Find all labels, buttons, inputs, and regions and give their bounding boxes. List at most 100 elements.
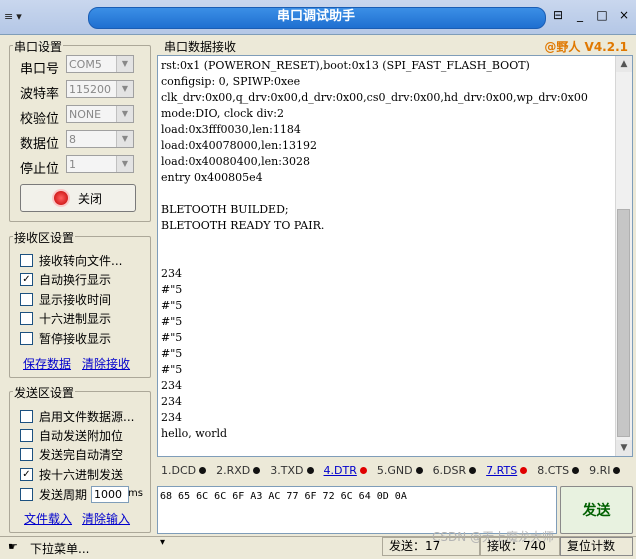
receive-scrollbar[interactable]: ▲ ▼ xyxy=(615,56,632,456)
auto-wrap-checkbox[interactable]: ✓ 自动换行显示 xyxy=(20,271,111,288)
send-period-input[interactable]: 1000 xyxy=(91,486,129,503)
recv-to-file-checkbox[interactable]: 接收转向文件... xyxy=(20,252,122,269)
chevron-down-icon: ▼ xyxy=(116,156,133,172)
pause-display-label: 暂停接收显示 xyxy=(39,332,112,346)
dropdown-icon[interactable]: ☛ xyxy=(8,540,18,553)
save-data-link[interactable]: 保存数据 xyxy=(23,355,71,372)
minimize-button[interactable]: _ xyxy=(574,8,586,22)
clear-input-link[interactable]: 清除输入 xyxy=(82,510,130,527)
signal-rxd-label: 2.RXD xyxy=(216,463,251,477)
title-bar: ≡ ▾ 串口调试助手 ⊟ _ □ × xyxy=(0,0,636,35)
parity-select[interactable]: NONE ▼ xyxy=(66,105,134,123)
receive-line: #"5 xyxy=(161,347,183,360)
receive-line: 234 xyxy=(161,395,182,408)
receive-settings-title: 接收区设置 xyxy=(13,229,76,246)
checkbox-box xyxy=(20,488,33,501)
hex-display-checkbox[interactable]: 十六进制显示 xyxy=(20,310,111,327)
checkbox-box xyxy=(20,410,33,423)
scroll-up-icon[interactable]: ▲ xyxy=(616,56,632,72)
baud-value: 115200 xyxy=(69,83,111,96)
status-dot-icon xyxy=(520,466,528,474)
serial-settings-title: 串口设置 xyxy=(13,38,64,55)
receive-line xyxy=(161,250,588,266)
send-period-unit: ms xyxy=(128,488,143,499)
parity-value: NONE xyxy=(69,108,102,121)
status-dot-icon xyxy=(415,466,423,474)
close-button[interactable]: × xyxy=(618,8,630,22)
receive-line: BLETOOTH BUILDED; xyxy=(161,203,289,216)
window-title: 串口调试助手 xyxy=(276,9,355,24)
signal-ri-label: 9.RI xyxy=(589,463,611,477)
databits-value: 8 xyxy=(69,133,76,146)
menu-icon: ≡ xyxy=(4,9,14,23)
receive-lines: rst:0x1 (POWERON_RESET),boot:0x13 (SPI_F… xyxy=(161,58,588,442)
receive-line: #"5 xyxy=(161,331,183,344)
send-button-label: 发送 xyxy=(582,503,611,519)
signal-cts-label: 8.CTS xyxy=(537,463,570,477)
open-close-port-button[interactable]: 关闭 xyxy=(20,184,136,212)
chevron-down-icon: ▼ xyxy=(116,131,133,147)
auto-clear-checkbox[interactable]: 发送完自动清空 xyxy=(20,446,123,463)
checkbox-box xyxy=(20,448,33,461)
load-file-link[interactable]: 文件载入 xyxy=(24,510,72,527)
stopbits-label: 停止位 xyxy=(20,162,60,177)
show-recv-time-label: 显示接收时间 xyxy=(39,293,112,307)
checkbox-box xyxy=(20,429,33,442)
hex-send-checkbox[interactable]: ✓ 按十六进制发送 xyxy=(20,466,123,483)
append-bits-checkbox[interactable]: 自动发送附加位 xyxy=(20,427,123,444)
databits-row: 数据位 xyxy=(20,133,59,152)
recv-to-file-label: 接收转向文件... xyxy=(39,254,123,268)
hex-display-label: 十六进制显示 xyxy=(39,312,112,326)
system-menu-button[interactable]: ≡ ▾ xyxy=(4,6,40,26)
chevron-down-icon: ▼ xyxy=(116,106,133,122)
show-recv-time-checkbox[interactable]: 显示接收时间 xyxy=(20,291,111,308)
parity-row: 校验位 xyxy=(20,108,59,127)
port-row: 串口号 xyxy=(20,58,59,77)
receive-line: 234 xyxy=(161,379,182,392)
checkbox-box xyxy=(20,312,33,325)
send-period-checkbox[interactable]: 发送周期 xyxy=(20,486,87,503)
stopbits-row: 停止位 xyxy=(20,158,59,177)
pin-button[interactable]: ⊟ xyxy=(552,8,564,22)
scroll-down-icon[interactable]: ▼ xyxy=(616,440,632,456)
signal-dsr-label: 6.DSR xyxy=(432,463,467,477)
pause-display-checkbox[interactable]: 暂停接收显示 xyxy=(20,330,111,347)
status-dot-icon xyxy=(199,466,207,474)
signal-dcd: 1.DCD xyxy=(161,464,207,477)
scroll-thumb[interactable] xyxy=(617,209,630,437)
signal-dtr[interactable]: 4.DTR xyxy=(324,464,367,477)
receive-line: 234 xyxy=(161,267,182,280)
stopbits-select[interactable]: 1 ▼ xyxy=(66,155,134,173)
signal-dtr-label: 4.DTR xyxy=(323,463,357,477)
send-input[interactable]: 68 65 6C 6C 6F A3 AC 77 6F 72 6C 64 0D 0… xyxy=(157,486,557,534)
status-dot-icon xyxy=(613,466,621,474)
file-source-checkbox[interactable]: 启用文件数据源... xyxy=(20,408,134,425)
receive-line: configsip: 0, SPIWP:0xee xyxy=(161,75,301,88)
databits-select[interactable]: 8 ▼ xyxy=(66,130,134,148)
receive-line: load:0x40078000,len:13192 xyxy=(161,139,317,152)
maximize-button[interactable]: □ xyxy=(596,8,608,22)
dropdown-menu-label[interactable]: 下拉菜单... xyxy=(30,540,89,557)
signal-rts[interactable]: 7.RTS xyxy=(486,464,528,477)
status-dot-icon xyxy=(572,466,580,474)
receive-line xyxy=(161,234,588,250)
receive-line: #"5 xyxy=(161,283,183,296)
receive-textarea[interactable]: rst:0x1 (POWERON_RESET),boot:0x13 (SPI_F… xyxy=(157,55,633,457)
checkbox-box xyxy=(20,254,33,267)
port-select[interactable]: COM5 ▼ xyxy=(66,55,134,73)
baud-label: 波特率 xyxy=(20,87,60,102)
send-button[interactable]: 发送 xyxy=(560,486,633,534)
receive-line: #"5 xyxy=(161,363,183,376)
clear-receive-link[interactable]: 清除接收 xyxy=(82,355,130,372)
append-bits-label: 自动发送附加位 xyxy=(39,429,124,443)
signal-gnd-label: 5.GND xyxy=(376,463,413,477)
receive-line: hello, world xyxy=(161,427,228,440)
chevron-down-icon: ▾ xyxy=(16,9,22,23)
port-label: 串口号 xyxy=(20,62,60,77)
baud-select[interactable]: 115200 ▼ xyxy=(66,80,134,98)
checkmark-icon: ✓ xyxy=(20,468,33,481)
checkbox-box xyxy=(20,332,33,345)
signal-dsr: 6.DSR xyxy=(433,464,477,477)
reset-count-button[interactable]: 复位计数 xyxy=(560,537,633,556)
receive-line: rst:0x1 (POWERON_RESET),boot:0x13 (SPI_F… xyxy=(161,59,530,72)
